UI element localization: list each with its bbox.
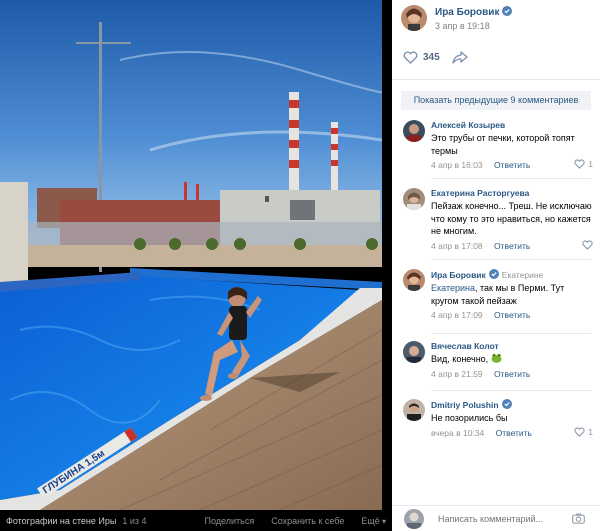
post-panel: Ира Боровик 3 апр в 19:18 345 Показать п… — [392, 0, 600, 531]
comment-text: Не позорились бы — [431, 413, 508, 423]
photo[interactable]: ГЛУБИНА 1,5м — [0, 0, 382, 510]
comment-avatar[interactable] — [403, 399, 425, 421]
comment: Ира Боровик Екатерине Екатерина, так мы в… — [403, 269, 593, 320]
comment-like-count: 1 — [588, 426, 593, 437]
verified-icon — [502, 5, 513, 16]
comment-date[interactable]: вчера в 10:34 — [431, 428, 484, 438]
frog-emoji-icon — [491, 353, 502, 363]
reply-button[interactable]: Ответить — [494, 241, 530, 251]
reply-button[interactable]: Ответить — [494, 369, 530, 379]
likes-count[interactable]: 345 — [423, 52, 440, 63]
album-link[interactable]: Фотографии на стене Иры — [6, 516, 116, 526]
more-button[interactable]: Ещё — [361, 516, 386, 526]
save-to-self-button[interactable]: Сохранить к себе — [271, 516, 344, 526]
reply-to-name[interactable]: Екатерине — [502, 270, 544, 280]
post-actions: 345 — [403, 51, 468, 64]
current-user-avatar — [404, 508, 424, 529]
author-name[interactable]: Ира Боровик — [435, 7, 499, 18]
photo-counter: 1 из 4 — [122, 515, 147, 526]
comment-avatar[interactable] — [403, 120, 425, 142]
reply-button[interactable]: Ответить — [496, 428, 532, 438]
comment-text: Вид, конечно, — [431, 353, 593, 366]
comment-author[interactable]: Dmitriy Polushin — [431, 400, 499, 410]
comment-avatar[interactable] — [403, 188, 425, 210]
reply-button[interactable]: Ответить — [494, 310, 530, 320]
verified-icon — [488, 269, 499, 279]
comment-like[interactable] — [582, 239, 593, 250]
comment-text: Это трубы от печки, которой топят термы — [431, 133, 575, 156]
comment-input[interactable] — [438, 513, 568, 524]
comment-like[interactable]: 1 — [574, 159, 593, 169]
show-previous-comments-button[interactable]: Показать предыдущие 9 комментариев — [401, 91, 591, 110]
post-date[interactable]: 3 апр в 19:18 — [435, 21, 512, 31]
divider — [431, 178, 591, 179]
comment-date[interactable]: 4 апр в 16:03 — [431, 160, 483, 170]
comment-author[interactable]: Алексей Козырев — [431, 120, 593, 130]
divider — [392, 79, 600, 80]
mention-link[interactable]: Екатерина — [431, 283, 475, 293]
verified-icon — [501, 399, 512, 409]
comment-avatar[interactable] — [403, 341, 425, 363]
comment: Екатерина Расторгуева Пейзаж конечно... … — [403, 188, 593, 251]
author-avatar[interactable] — [401, 5, 427, 31]
photo-viewer: ГЛУБИНА 1,5м Фотографии на стене Иры 1 и… — [0, 0, 392, 531]
heart-icon[interactable] — [574, 159, 585, 169]
heart-icon[interactable] — [574, 426, 585, 437]
heart-icon[interactable] — [582, 239, 593, 250]
divider — [431, 390, 591, 391]
comment-date[interactable]: 4 апр в 21:59 — [431, 369, 483, 379]
share-arrow-icon[interactable] — [452, 51, 468, 64]
viewer-actions: Поделиться Сохранить к себе Ещё — [188, 516, 387, 526]
comment-composer — [392, 505, 600, 531]
post-author: Ира Боровик 3 апр в 19:18 — [401, 5, 513, 31]
divider — [431, 333, 591, 334]
comment: Dmitriy Polushin Не позорились бы вчера … — [403, 399, 593, 438]
comment-like[interactable]: 1 — [574, 427, 593, 437]
share-button[interactable]: Поделиться — [205, 516, 255, 526]
camera-icon[interactable] — [572, 513, 585, 524]
viewer-bottom-bar: Фотографии на стене Иры 1 из 4 Поделитьс… — [0, 510, 392, 531]
comment-text: Пейзаж конечно... Треш. Не исключаю что … — [431, 201, 592, 236]
comment-date[interactable]: 4 апр в 17:09 — [431, 310, 483, 320]
comment-like-count: 1 — [588, 159, 593, 169]
reply-button[interactable]: Ответить — [494, 160, 530, 170]
comment-author[interactable]: Екатерина Расторгуева — [431, 188, 593, 198]
divider — [431, 259, 591, 260]
comment-date[interactable]: 4 апр в 17:08 — [431, 241, 483, 251]
heart-icon[interactable] — [403, 51, 418, 64]
comment-author[interactable]: Вячеслав Колот — [431, 341, 593, 351]
comment: Алексей Козырев Это трубы от печки, кото… — [403, 120, 593, 170]
comment-text-body: Вид, конечно, — [431, 354, 489, 364]
comment-avatar[interactable] — [403, 269, 425, 291]
comment-text: Екатерина, так мы в Перми. Тут кругом та… — [431, 282, 593, 307]
comment-author[interactable]: Ира Боровик — [431, 270, 486, 280]
comment: Вячеслав Колот Вид, конечно, 4 апр в 21:… — [403, 341, 593, 379]
